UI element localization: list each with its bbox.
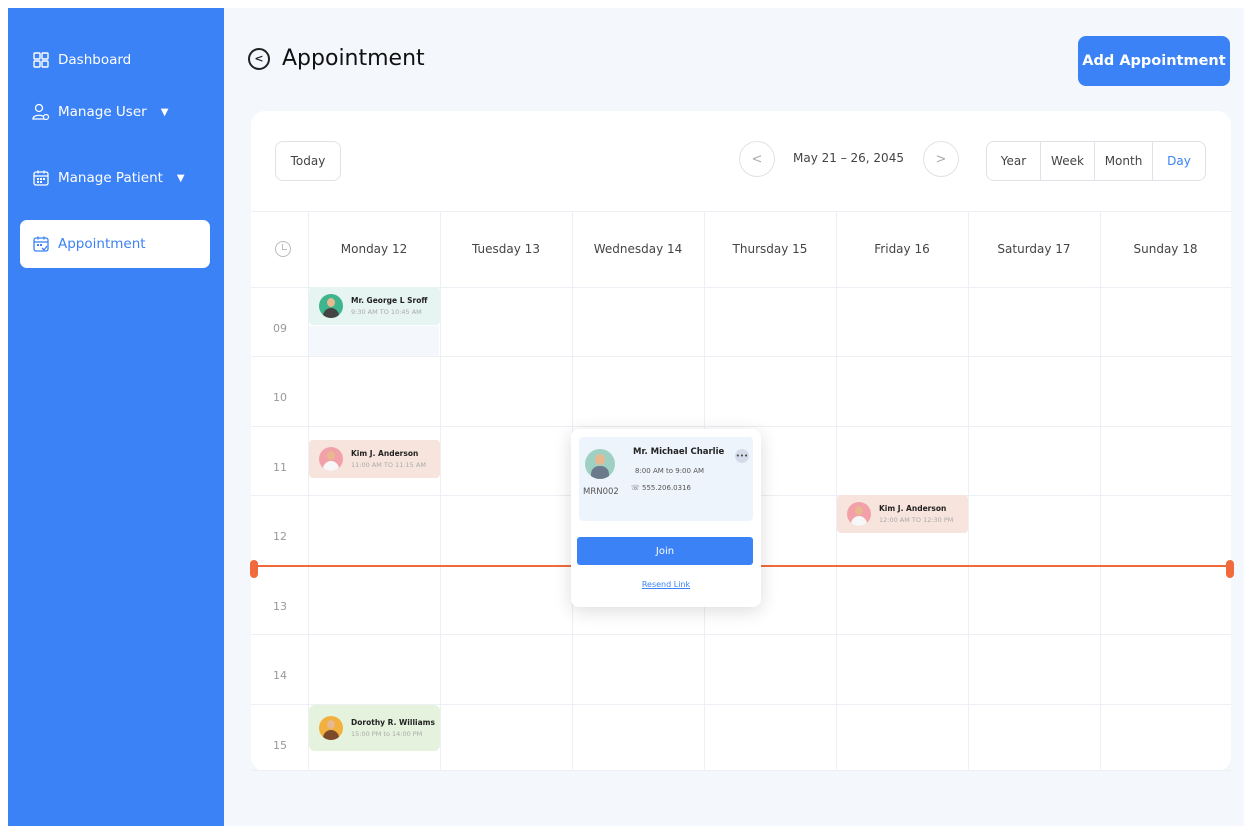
- sidebar-item-label: Appointment: [58, 236, 146, 252]
- user-gear-icon: [32, 103, 50, 121]
- popup-info-panel: MRN002 Mr. Michael Charlie 8:00 AM to 9:…: [579, 437, 753, 521]
- hour-label: 11: [273, 461, 287, 474]
- chevron-left-icon[interactable]: <: [739, 141, 775, 177]
- appointment-name: Dorothy R. Williams: [351, 718, 435, 727]
- app-window: Dashboard Manage User ▼ Manage Patient ▼…: [8, 8, 1244, 826]
- avatar: [319, 447, 343, 471]
- sidebar-item-label: Manage User: [58, 104, 147, 120]
- appointment-card[interactable]: Dorothy R. Williams 15:00 PM to 14:00 PM: [309, 705, 440, 751]
- grid-line: [251, 770, 1231, 771]
- join-button[interactable]: Join: [577, 537, 753, 565]
- appointment-card[interactable]: Mr. George L Sroff 9:30 AM TO 10:45 AM: [309, 287, 440, 325]
- hour-label: 10: [273, 391, 287, 404]
- popup-time: 8:00 AM to 9:00 AM: [635, 467, 705, 475]
- more-options-icon[interactable]: •••: [735, 449, 749, 463]
- avatar: [585, 449, 615, 479]
- hour-label: 13: [273, 600, 287, 613]
- day-header: Saturday 17: [997, 242, 1071, 256]
- view-switcher: Year Week Month Day: [986, 141, 1206, 181]
- page-header: < Appointment: [248, 46, 425, 71]
- grid-line: [440, 211, 441, 771]
- grid-line: [968, 211, 969, 771]
- day-header: Monday 12: [340, 242, 408, 256]
- grid-line: [1100, 211, 1101, 771]
- hour-label: 09: [273, 322, 287, 335]
- calendar-check-icon: [32, 235, 50, 253]
- grid-line: [251, 426, 1231, 427]
- popup-phone: ☏ 555.206.0316: [631, 484, 691, 492]
- grid-line: [251, 356, 1231, 357]
- back-icon[interactable]: <: [248, 47, 270, 70]
- day-header: Tuesday 13: [472, 242, 540, 256]
- view-month-button[interactable]: Month: [1095, 142, 1153, 180]
- appointment-duration-block: [309, 326, 439, 356]
- appointment-time: 9:30 AM TO 10:45 AM: [351, 308, 422, 316]
- sidebar: Dashboard Manage User ▼ Manage Patient ▼…: [8, 8, 224, 826]
- clock-icon: [275, 241, 291, 257]
- current-time-handle-left[interactable]: [250, 560, 258, 578]
- sidebar-item-label: Dashboard: [58, 52, 132, 68]
- day-header: Wednesday 14: [593, 242, 683, 256]
- sidebar-item-manage-user[interactable]: Manage User ▼: [20, 88, 210, 136]
- appointment-name: Mr. George L Sroff: [351, 296, 428, 305]
- today-button[interactable]: Today: [275, 141, 341, 181]
- chevron-down-icon[interactable]: ▼: [161, 107, 169, 118]
- sidebar-item-appointment[interactable]: Appointment: [20, 220, 210, 268]
- grid-line: [251, 634, 1231, 635]
- appointment-name: Kim J. Anderson: [351, 449, 419, 458]
- avatar: [847, 502, 871, 526]
- avatar: [319, 716, 343, 740]
- avatar: [319, 294, 343, 318]
- day-header: Thursday 15: [732, 242, 808, 256]
- date-range-label: May 21 – 26, 2045: [793, 151, 904, 165]
- appointment-time: 15:00 PM to 14:00 PM: [351, 730, 423, 738]
- phone-icon: ☏: [631, 484, 640, 492]
- view-year-button[interactable]: Year: [987, 142, 1041, 180]
- view-day-button[interactable]: Day: [1153, 142, 1205, 180]
- resend-link[interactable]: Resend Link: [571, 580, 761, 589]
- hour-label: 12: [273, 530, 287, 543]
- sidebar-item-manage-patient[interactable]: Manage Patient ▼: [20, 154, 210, 202]
- appointment-time: 12:00 AM TO 12:30 PM: [879, 516, 954, 524]
- day-header: Friday 16: [874, 242, 930, 256]
- page-title: Appointment: [282, 46, 425, 71]
- popup-phone-number: 555.206.0316: [642, 484, 691, 492]
- hour-label: 15: [273, 739, 287, 752]
- chevron-down-icon[interactable]: ▼: [177, 173, 185, 184]
- hour-label: 14: [273, 669, 287, 682]
- sidebar-item-label: Manage Patient: [58, 170, 163, 186]
- chevron-right-icon[interactable]: >: [923, 141, 959, 177]
- appointment-popup: MRN002 Mr. Michael Charlie 8:00 AM to 9:…: [571, 429, 761, 607]
- appointment-card[interactable]: Kim J. Anderson 11:00 AM TO 11:15 AM: [309, 440, 440, 478]
- sidebar-item-dashboard[interactable]: Dashboard: [20, 36, 210, 84]
- calendar-patient-icon: [32, 169, 50, 187]
- popup-patient-name: Mr. Michael Charlie: [633, 447, 725, 457]
- appointment-name: Kim J. Anderson: [879, 504, 947, 513]
- view-week-button[interactable]: Week: [1041, 142, 1095, 180]
- appointment-card[interactable]: Kim J. Anderson 12:00 AM TO 12:30 PM: [837, 495, 968, 533]
- dashboard-grid-icon: [32, 51, 50, 69]
- patient-mrn: MRN002: [583, 487, 619, 497]
- day-header: Sunday 18: [1133, 242, 1198, 256]
- add-appointment-button[interactable]: Add Appointment: [1078, 36, 1230, 86]
- appointment-time: 11:00 AM TO 11:15 AM: [351, 461, 426, 469]
- current-time-handle-right[interactable]: [1226, 560, 1234, 578]
- grid-line: [836, 211, 837, 771]
